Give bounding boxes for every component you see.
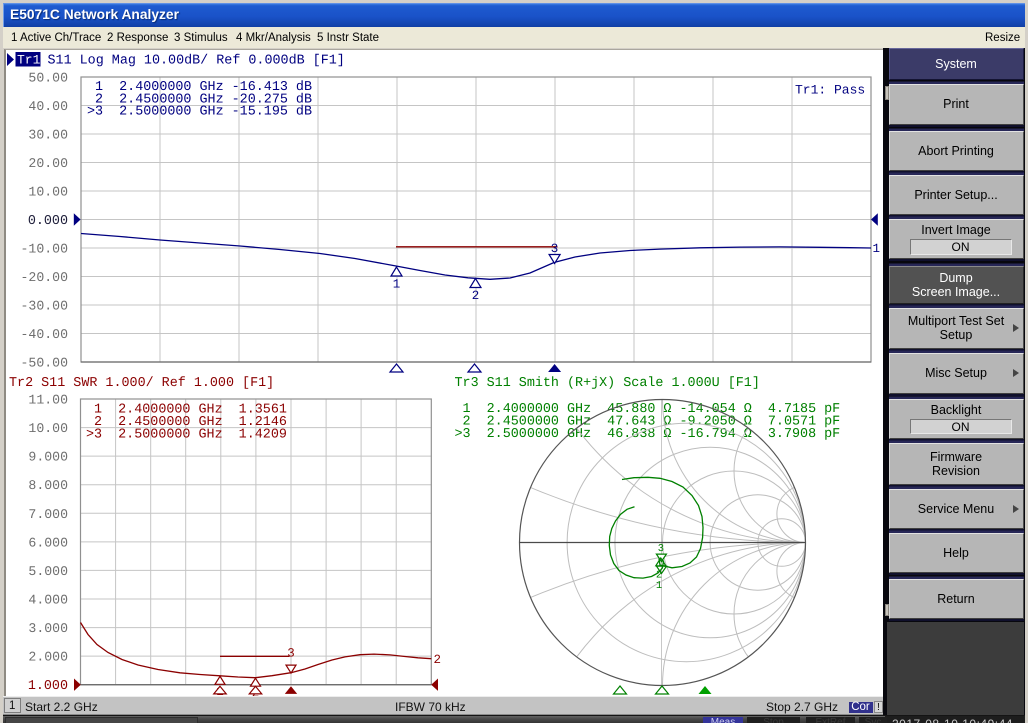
svg-text:-50.00: -50.00 xyxy=(21,355,69,370)
svg-text:>3 2.5000000 GHz 46.838 Ω -1: >3 2.5000000 GHz 46.838 Ω -16.794 Ω 3.79… xyxy=(455,426,841,441)
svg-text:-10.00: -10.00 xyxy=(21,241,69,256)
svg-text:Tr1: Pass: Tr1: Pass xyxy=(795,82,865,97)
svg-text:3: 3 xyxy=(658,543,664,555)
svg-text:6.000: 6.000 xyxy=(28,535,68,550)
svg-text:2: 2 xyxy=(472,289,480,303)
svg-text:4.000: 4.000 xyxy=(28,592,68,607)
svg-text:Tr2 S11 SWR 1.000/ Ref 1.000 [: Tr2 S11 SWR 1.000/ Ref 1.000 [F1] xyxy=(9,376,274,391)
svg-text:3: 3 xyxy=(551,242,559,256)
svg-text:30.00: 30.00 xyxy=(28,127,68,142)
svg-text:2: 2 xyxy=(434,653,442,667)
svg-text:40.00: 40.00 xyxy=(28,99,68,114)
svg-text:1: 1 xyxy=(393,277,401,291)
svg-text:1: 1 xyxy=(873,242,881,256)
svg-text:7.000: 7.000 xyxy=(28,506,68,521)
svg-text:11.00: 11.00 xyxy=(28,392,68,407)
svg-text:1.000: 1.000 xyxy=(28,679,68,694)
svg-text:S11 Log Mag 10.00dB/ Ref 0.000: S11 Log Mag 10.00dB/ Ref 0.000dB [F1] xyxy=(48,53,345,68)
svg-text:Tr3 S11 Smith (R+jX) Scale 1.0: Tr3 S11 Smith (R+jX) Scale 1.000U [F1] xyxy=(455,376,760,391)
svg-text:>3 2.5000000 GHz 1.4209: >3 2.5000000 GHz 1.4209 xyxy=(86,427,287,442)
svg-text:5.000: 5.000 xyxy=(28,563,68,578)
svg-text:8.000: 8.000 xyxy=(28,478,68,493)
svg-text:10.00: 10.00 xyxy=(28,421,68,436)
svg-text:>3 2.5000000 GHz -15.195 dB: >3 2.5000000 GHz -15.195 dB xyxy=(87,104,312,119)
svg-text:3: 3 xyxy=(287,646,295,660)
svg-text:20.00: 20.00 xyxy=(28,156,68,171)
svg-text:Tr1: Tr1 xyxy=(17,52,41,67)
svg-text:9.000: 9.000 xyxy=(28,449,68,464)
svg-text:-20.00: -20.00 xyxy=(21,270,69,285)
svg-text:50.00: 50.00 xyxy=(28,70,68,85)
svg-text:-40.00: -40.00 xyxy=(21,327,69,342)
svg-text:3.000: 3.000 xyxy=(28,621,68,636)
svg-text:-30.00: -30.00 xyxy=(21,298,69,313)
svg-text:2.000: 2.000 xyxy=(28,649,68,664)
svg-text:10.00: 10.00 xyxy=(28,184,68,199)
svg-text:0.000: 0.000 xyxy=(28,214,68,229)
svg-text:1: 1 xyxy=(656,580,662,592)
